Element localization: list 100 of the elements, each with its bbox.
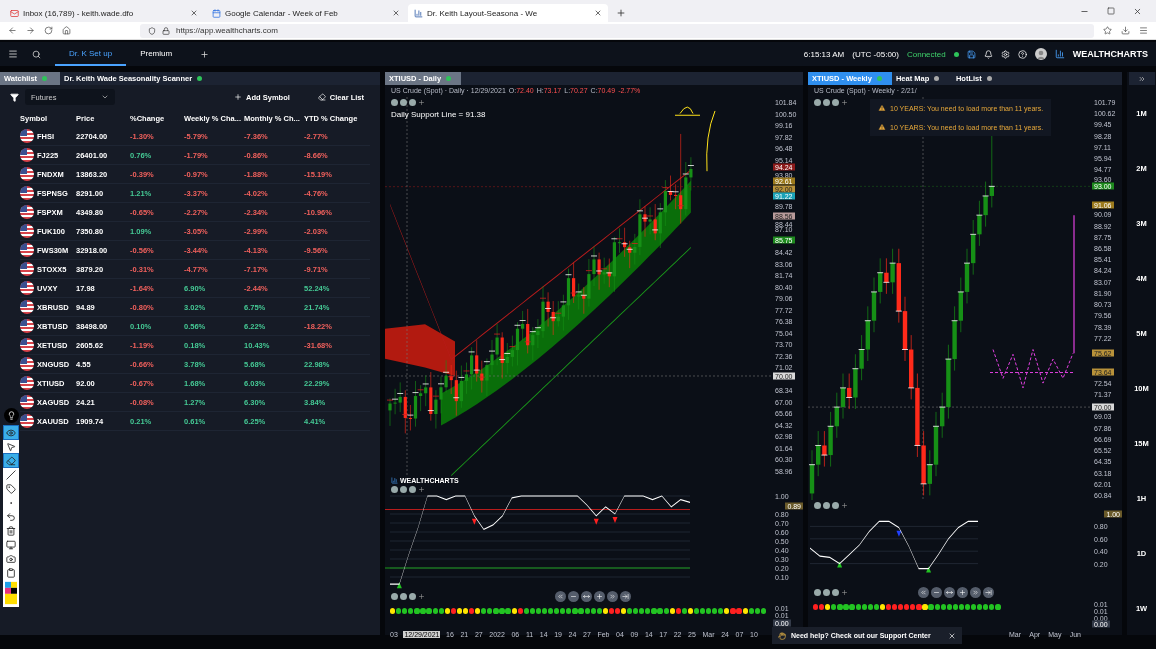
- plus-icon: [959, 589, 966, 596]
- filter-icon[interactable]: [10, 92, 19, 102]
- forward-icon[interactable]: [26, 26, 35, 35]
- status-dot-icon: [876, 76, 882, 81]
- scroll-left-button[interactable]: [555, 591, 566, 602]
- fit-button[interactable]: [581, 591, 592, 602]
- back-icon[interactable]: [8, 26, 17, 35]
- sell-marker: [612, 517, 618, 523]
- browser-tab[interactable]: Dr. Keith Layout-Seasona - We: [408, 4, 608, 22]
- clipboard-icon[interactable]: [4, 566, 18, 579]
- go-to-end-button[interactable]: [620, 591, 631, 602]
- home-icon[interactable]: [62, 26, 71, 35]
- support-line-note: Daily Support Line = 91.38: [391, 110, 486, 119]
- flag-icon: [20, 129, 34, 143]
- plus-icon: [596, 593, 603, 600]
- lightbulb-icon[interactable]: [3, 408, 19, 423]
- bell-icon[interactable]: [983, 49, 993, 59]
- zoom-in-button[interactable]: [594, 591, 605, 602]
- warning-icon: [878, 123, 886, 131]
- reload-icon[interactable]: [44, 26, 53, 35]
- flag-icon: [20, 338, 34, 352]
- color-palette-icon[interactable]: [4, 580, 18, 606]
- flag-icon: [20, 167, 34, 181]
- chevrons-left-icon: [557, 593, 564, 600]
- line-icon[interactable]: [4, 468, 18, 481]
- flag-icon: [20, 148, 34, 162]
- lock-icon: [162, 26, 170, 35]
- strip-controls-icon[interactable]: [814, 589, 848, 596]
- camera-icon[interactable]: [4, 552, 18, 565]
- arrow-to-line-icon: [985, 589, 992, 596]
- close-icon[interactable]: [190, 9, 198, 17]
- close-icon[interactable]: [948, 631, 956, 640]
- scroll-right-button[interactable]: [970, 587, 981, 598]
- layout-tab[interactable]: Dr. K Set up: [55, 42, 127, 66]
- chevrons-left-icon: [920, 589, 927, 596]
- search-icon[interactable]: [32, 49, 41, 59]
- go-to-end-button[interactable]: [983, 587, 994, 598]
- eraser-icon: [317, 93, 326, 101]
- pointer-icon[interactable]: [4, 440, 18, 453]
- flag-icon: [20, 224, 34, 238]
- flag-icon: [20, 281, 34, 295]
- address-field[interactable]: https://app.wealthcharts.com: [140, 23, 1094, 38]
- new-tab-icon[interactable]: [616, 8, 626, 18]
- status-dot-icon: [197, 76, 203, 81]
- site-icon: [10, 8, 19, 18]
- scroll-right-button[interactable]: [607, 591, 618, 602]
- flag-icon: [20, 262, 34, 276]
- monitor-icon[interactable]: [4, 538, 18, 551]
- tag-icon[interactable]: [4, 482, 18, 495]
- arrows-horizontal-icon: [583, 593, 590, 600]
- chevrons-right-icon: [1137, 74, 1146, 83]
- indicator-controls-icon[interactable]: [814, 502, 848, 509]
- layout-tab[interactable]: Premium: [126, 42, 187, 66]
- bookmark-icon[interactable]: [1103, 26, 1112, 35]
- close-icon[interactable]: [392, 9, 400, 17]
- status-dot-icon: [934, 76, 940, 81]
- connection-status: Connected: [906, 49, 946, 59]
- close-icon[interactable]: [1133, 6, 1142, 16]
- settings-icon[interactable]: [1000, 49, 1010, 59]
- fit-button[interactable]: [944, 587, 955, 598]
- timezone-label: (UTC -05:00): [852, 49, 899, 59]
- browser-tab[interactable]: Inbox (16,789) - keith.wade.dfo: [4, 4, 204, 22]
- brand-name: WEALTHCHARTS: [1072, 49, 1148, 59]
- download-icon[interactable]: [1121, 26, 1130, 35]
- add-layout-icon[interactable]: [200, 49, 210, 59]
- zoom-out-button[interactable]: [931, 587, 942, 598]
- status-dot-icon: [953, 51, 959, 57]
- browser-tab[interactable]: Google Calendar - Week of Feb: [206, 4, 406, 22]
- indicator-controls-icon[interactable]: [391, 486, 425, 493]
- chart-controls-icon[interactable]: [391, 99, 425, 106]
- close-icon[interactable]: [594, 9, 602, 17]
- flag-icon: [20, 205, 34, 219]
- eraser-icon[interactable]: [4, 454, 18, 467]
- save-icon[interactable]: [966, 49, 976, 59]
- chart-controls-icon[interactable]: [814, 99, 848, 106]
- scroll-left-button[interactable]: [918, 587, 929, 598]
- status-dot-icon: [42, 76, 48, 81]
- menu-icon[interactable]: [1139, 26, 1148, 35]
- site-icon: [212, 8, 221, 18]
- zoom-in-button[interactable]: [957, 587, 968, 598]
- trash-icon[interactable]: [4, 524, 18, 537]
- menu-icon[interactable]: [8, 49, 18, 59]
- flag-icon: [20, 186, 34, 200]
- undo-icon[interactable]: [4, 510, 18, 523]
- status-dot-icon: [446, 76, 452, 81]
- collapse-button[interactable]: [1128, 72, 1155, 85]
- avatar-icon[interactable]: [1034, 48, 1047, 60]
- buy-marker: [926, 566, 932, 573]
- clock-time: 6:15:13 AM: [803, 49, 845, 59]
- help-icon[interactable]: [1017, 49, 1027, 59]
- flag-icon: [20, 243, 34, 257]
- flag-icon: [20, 414, 34, 428]
- logo-icon: [1054, 49, 1065, 59]
- eye-icon[interactable]: [4, 426, 18, 439]
- site-icon: [414, 8, 423, 18]
- maximize-icon[interactable]: [1107, 7, 1115, 15]
- sell-marker: [593, 518, 599, 525]
- zoom-out-button[interactable]: [568, 591, 579, 602]
- hand-drawn-annotation: [674, 106, 716, 172]
- strip-controls-icon[interactable]: [391, 593, 425, 600]
